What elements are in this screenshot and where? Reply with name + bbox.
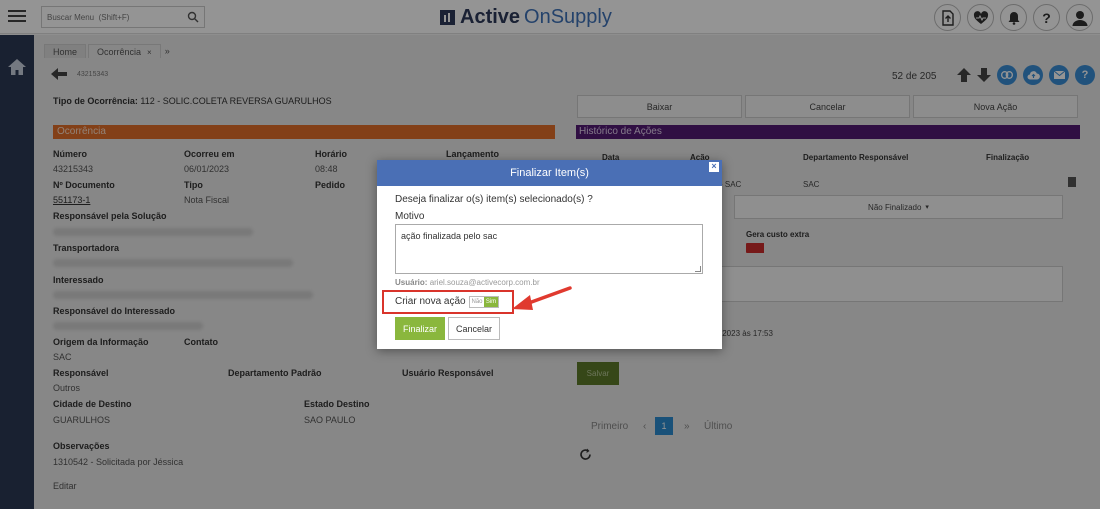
criar-nova-acao-toggle[interactable]: Não Sim	[469, 296, 499, 308]
resize-handle-icon[interactable]	[695, 266, 701, 272]
annotation-arrow-icon	[512, 286, 572, 310]
toggle-off-option[interactable]: Não	[470, 297, 484, 307]
usuario-label: Usuário:	[395, 278, 428, 287]
criar-nova-acao-label: Criar nova ação	[395, 296, 466, 307]
motivo-textarea[interactable]: ação finalizada pelo sac	[395, 224, 703, 274]
cancelar-button[interactable]: Cancelar	[448, 317, 500, 340]
confirm-question: Deseja finalizar o(s) item(s) selecionad…	[395, 194, 593, 205]
motivo-label: Motivo	[395, 211, 425, 222]
finalizar-modal: Finalizar Item(s) × Deseja finalizar o(s…	[377, 160, 722, 349]
toggle-on-option[interactable]: Sim	[484, 297, 498, 307]
modal-header: Finalizar Item(s) ×	[377, 160, 722, 186]
close-icon[interactable]: ×	[709, 162, 719, 172]
finalizar-button[interactable]: Finalizar	[395, 317, 445, 340]
modal-title: Finalizar Item(s)	[510, 167, 589, 179]
